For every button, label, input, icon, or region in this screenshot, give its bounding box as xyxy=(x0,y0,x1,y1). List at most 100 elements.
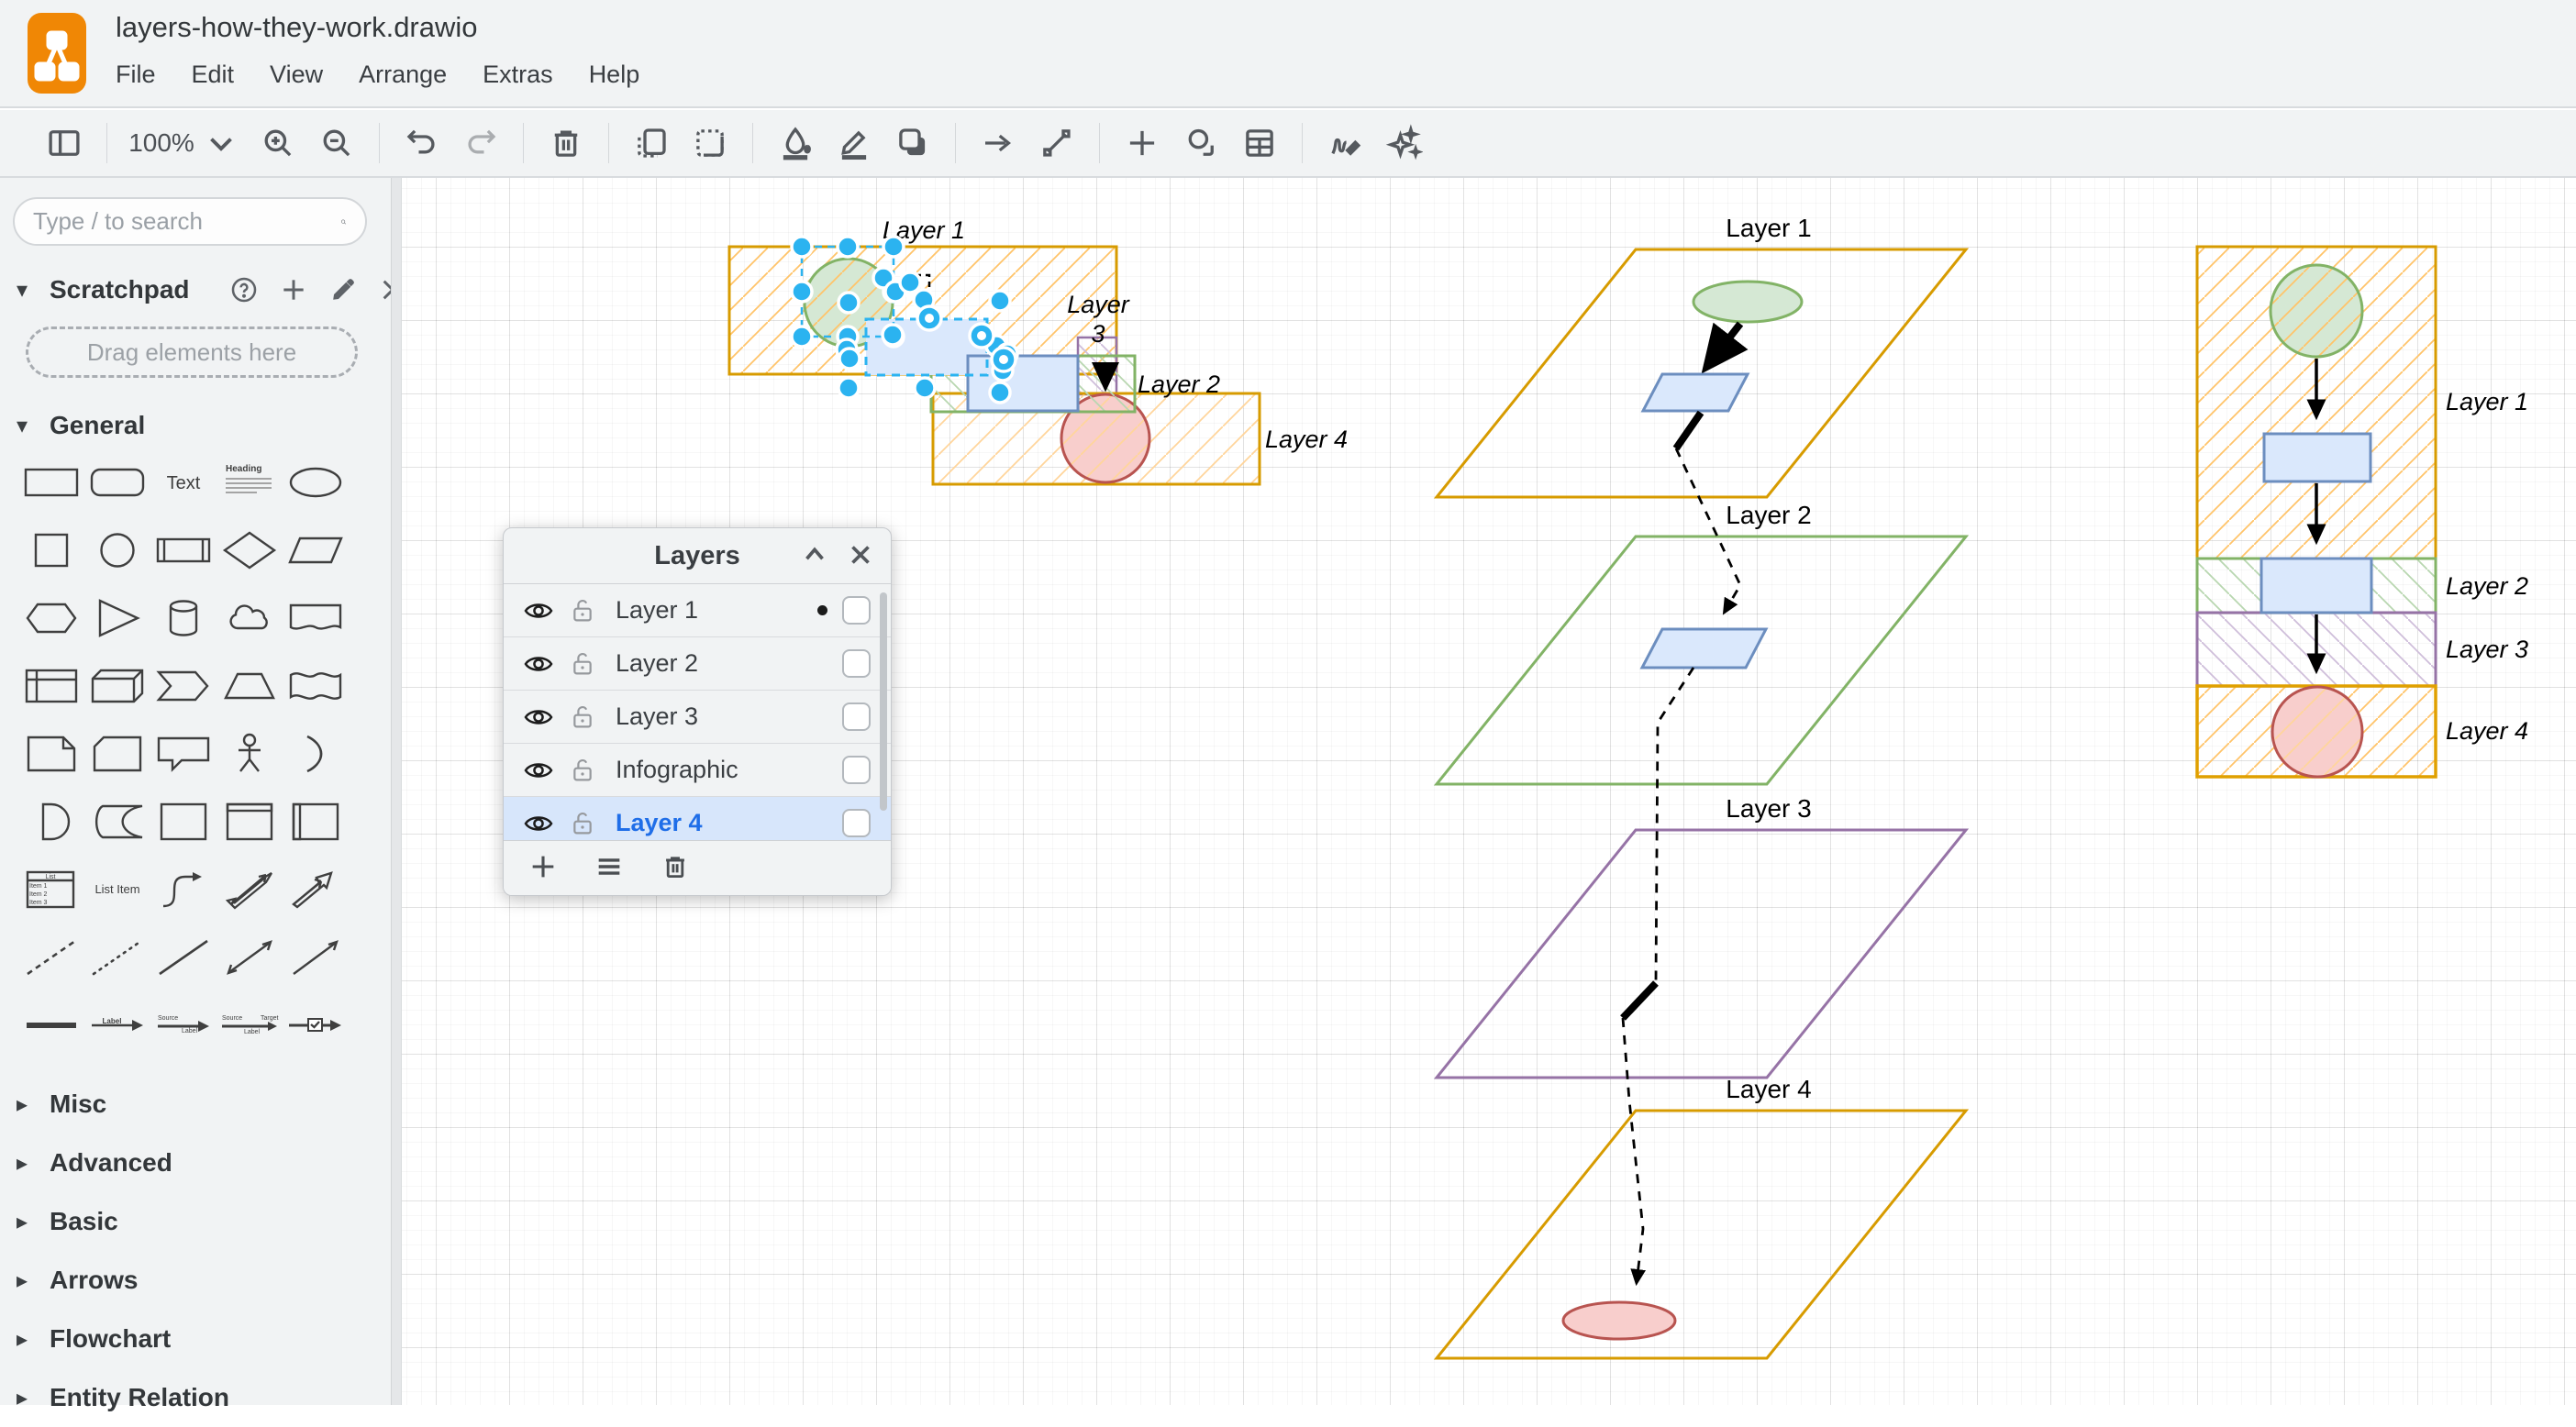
menu-arrange[interactable]: Arrange xyxy=(359,61,447,89)
layer-name[interactable]: Layer 1 xyxy=(616,596,817,625)
shape-or[interactable] xyxy=(284,728,347,780)
flow-blue-rect-2[interactable] xyxy=(2261,559,2371,613)
scratchpad-header[interactable]: ▾ Scratchpad xyxy=(17,270,383,310)
layers-scrollbar[interactable] xyxy=(880,592,887,811)
shape-internal-storage[interactable] xyxy=(20,660,83,712)
layer-row-layer-3[interactable]: Layer 3 xyxy=(504,691,891,744)
shape-card[interactable] xyxy=(86,728,149,780)
shape-note[interactable] xyxy=(20,728,83,780)
visibility-eye-icon[interactable] xyxy=(524,809,553,838)
diagram-flow[interactable]: Layer 1 Layer 2 Layer 3 Layer 4 xyxy=(2197,247,2528,777)
layers-dialog-titlebar[interactable]: Layers xyxy=(504,528,891,584)
shape-cloud[interactable] xyxy=(218,592,281,644)
shape-dashed-line[interactable] xyxy=(20,932,83,983)
shape-data-storage[interactable] xyxy=(86,796,149,847)
zoom-out-button[interactable] xyxy=(313,119,361,167)
thick-arrow[interactable] xyxy=(1708,324,1740,365)
shape-and[interactable] xyxy=(20,796,83,847)
shape-line[interactable] xyxy=(152,932,215,983)
shape-actor[interactable] xyxy=(218,728,281,780)
visibility-eye-icon[interactable] xyxy=(524,702,553,732)
shape-callout[interactable] xyxy=(152,728,215,780)
section-arrows[interactable]: ▸Arrows xyxy=(0,1251,391,1310)
shape-textbox[interactable]: Heading xyxy=(218,457,281,508)
shape-bidirectional-connector[interactable] xyxy=(218,932,281,983)
waypoints-button[interactable] xyxy=(1033,119,1081,167)
layers-dialog[interactable]: Layers Layer 1 Layer 2 Layer 3 Infographic L… xyxy=(503,527,892,896)
dashed-connector-1[interactable] xyxy=(1676,448,1740,612)
section-entity-relation[interactable]: ▸Entity Relation xyxy=(0,1368,391,1427)
sidebar-scrollbar[interactable] xyxy=(391,178,402,1405)
shape-rounded-rectangle[interactable] xyxy=(86,457,149,508)
redo-button[interactable] xyxy=(457,119,505,167)
menu-extras[interactable]: Extras xyxy=(483,61,553,89)
shape-document[interactable] xyxy=(284,592,347,644)
flow-blue-rect-1[interactable] xyxy=(2264,434,2371,481)
layer-name[interactable]: Layer 4 xyxy=(616,809,842,837)
insert-button[interactable] xyxy=(1118,119,1166,167)
shape-trapezoid[interactable] xyxy=(218,660,281,712)
shape-bidirectional-arrow[interactable] xyxy=(218,864,281,915)
menu-file[interactable]: File xyxy=(116,61,156,89)
menu-help[interactable]: Help xyxy=(589,61,640,89)
diagram-overlap[interactable]: Layer 1 Layer 3 Layer 2 Layer 4 xyxy=(729,216,1348,484)
layer-checkbox[interactable] xyxy=(842,596,871,625)
fill-color-button[interactable] xyxy=(772,119,819,167)
delete-button[interactable] xyxy=(542,119,590,167)
general-section-header[interactable]: ▾ General xyxy=(17,405,145,446)
to-back-button[interactable] xyxy=(686,119,734,167)
shape-ellipse[interactable] xyxy=(284,457,347,508)
shape-label-arrow[interactable]: Label xyxy=(86,1000,149,1051)
plane-layer3[interactable] xyxy=(1437,830,1966,1078)
shape-container[interactable] xyxy=(152,796,215,847)
shape-arrow-with-box[interactable] xyxy=(284,1000,347,1051)
shape-directional-connector[interactable] xyxy=(284,932,347,983)
shape-process[interactable] xyxy=(152,525,215,576)
shape-cylinder[interactable] xyxy=(152,592,215,644)
layer-menu-button[interactable] xyxy=(594,851,625,885)
shape-dotted-line[interactable] xyxy=(86,932,149,983)
blue-rectangle-2[interactable] xyxy=(968,356,1078,411)
shape-cube[interactable] xyxy=(86,660,149,712)
shape-list-item[interactable]: List Item xyxy=(86,864,149,915)
unlock-icon[interactable] xyxy=(570,650,595,678)
red-ellipse[interactable] xyxy=(1563,1302,1675,1339)
shape-curve[interactable] xyxy=(152,864,215,915)
shape-square[interactable] xyxy=(20,525,83,576)
shape-text[interactable]: Text xyxy=(152,457,215,508)
close-dialog-button[interactable] xyxy=(845,539,876,573)
blue-parallelogram-2[interactable] xyxy=(1642,629,1766,668)
layer-name[interactable]: Infographic xyxy=(616,756,842,784)
layer-row-layer-4[interactable]: Layer 4 xyxy=(504,797,891,842)
section-basic[interactable]: ▸Basic xyxy=(0,1192,391,1251)
section-misc[interactable]: ▸Misc xyxy=(0,1075,391,1134)
layer-checkbox[interactable] xyxy=(842,649,871,678)
shape-hexagon[interactable] xyxy=(20,592,83,644)
layer-row-layer-2[interactable]: Layer 2 xyxy=(504,637,891,691)
add-layer-button[interactable] xyxy=(527,851,559,885)
unlock-icon[interactable] xyxy=(570,703,595,731)
shape-rectangle[interactable] xyxy=(20,457,83,508)
layer-name[interactable]: Layer 2 xyxy=(616,649,842,678)
table-button[interactable] xyxy=(1236,119,1283,167)
collapse-dialog-button[interactable] xyxy=(799,539,830,573)
shape-search[interactable] xyxy=(13,197,367,246)
edit-pencil-icon[interactable] xyxy=(328,275,358,304)
layer-row-layer-1[interactable]: Layer 1 xyxy=(504,584,891,637)
plane-layer4[interactable] xyxy=(1437,1111,1966,1358)
shape-triangle[interactable] xyxy=(86,592,149,644)
layer-checkbox[interactable] xyxy=(842,756,871,784)
scratchpad-drop-area[interactable]: Drag elements here xyxy=(26,326,358,378)
visibility-eye-icon[interactable] xyxy=(524,596,553,625)
unlock-icon[interactable] xyxy=(570,597,595,625)
shape-horizontal-container[interactable] xyxy=(284,796,347,847)
shape-arrow[interactable] xyxy=(284,864,347,915)
shape-source-label-target-arrow[interactable]: SourceTargetLabel xyxy=(218,1000,281,1051)
undo-button[interactable] xyxy=(398,119,446,167)
layer-checkbox[interactable] xyxy=(842,809,871,837)
unlock-icon[interactable] xyxy=(570,757,595,784)
unlock-icon[interactable] xyxy=(570,810,595,837)
shape-list[interactable]: ListItem 1Item 2Item 3 xyxy=(20,864,83,915)
menu-view[interactable]: View xyxy=(270,61,323,89)
to-front-button[interactable] xyxy=(627,119,675,167)
